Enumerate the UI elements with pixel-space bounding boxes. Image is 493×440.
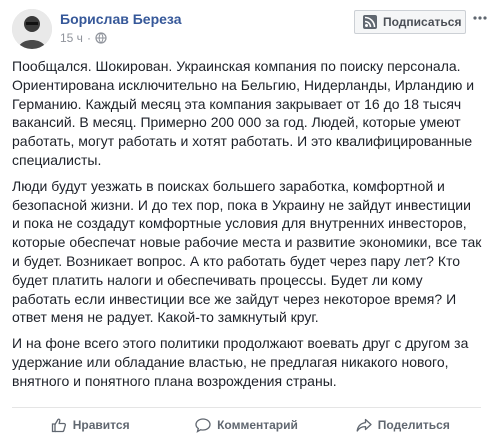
comment-label: Комментарий — [217, 418, 298, 432]
share-button[interactable]: Поделиться — [325, 410, 481, 440]
subscribe-button[interactable]: Подписаться — [354, 10, 466, 34]
post-header: Борислав Береза 15 ч · Подписаться — [0, 0, 493, 52]
actions-divider — [12, 407, 481, 408]
comment-button[interactable]: Комментарий — [168, 410, 324, 440]
meta-separator: · — [86, 31, 91, 45]
avatar[interactable] — [12, 9, 52, 49]
post-actions: Нравится Комментарий Поделиться — [12, 410, 481, 440]
post-body: Пообщался. Шокирован. Украинская компани… — [12, 57, 482, 398]
comment-icon — [195, 418, 211, 433]
more-options-icon[interactable] — [472, 10, 488, 26]
author-name[interactable]: Борислав Береза — [60, 11, 181, 27]
thumbs-up-icon — [51, 418, 66, 433]
like-button[interactable]: Нравится — [12, 410, 168, 440]
subscribe-label: Подписаться — [383, 15, 462, 29]
post-paragraph: И на фоне всего этого политики продолжаю… — [12, 335, 469, 389]
post-paragraph: Пообщался. Шокирован. Украинская компани… — [12, 58, 475, 168]
post-meta: 15 ч · — [60, 31, 107, 45]
share-label: Поделиться — [377, 418, 450, 432]
avatar-image — [12, 9, 52, 49]
rss-icon — [363, 15, 377, 29]
share-icon — [356, 418, 372, 432]
post-timestamp[interactable]: 15 ч — [60, 31, 83, 45]
globe-icon[interactable] — [95, 32, 107, 44]
like-label: Нравится — [72, 418, 130, 432]
post-paragraph: Люди будут уезжать в поисках большего за… — [12, 177, 482, 326]
